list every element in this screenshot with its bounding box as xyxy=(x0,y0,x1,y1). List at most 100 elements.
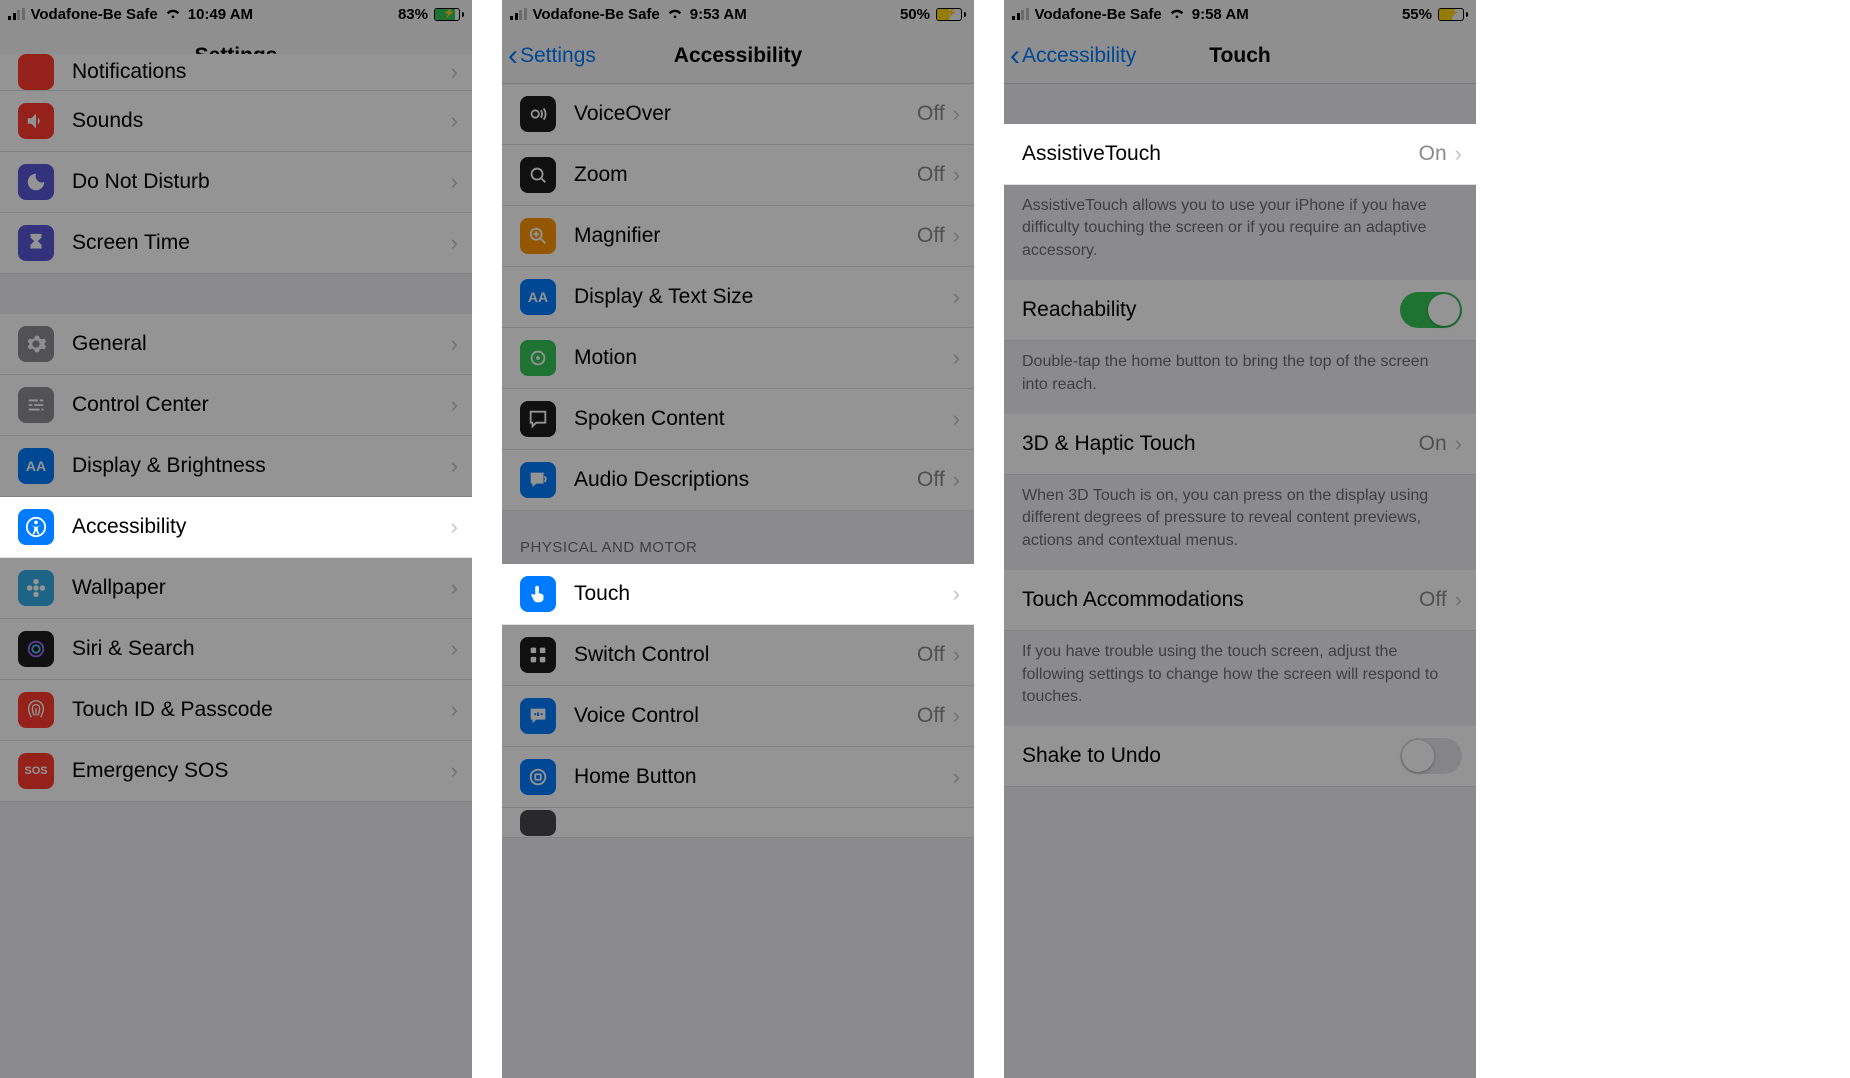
row-label: Voice Control xyxy=(574,704,917,728)
time-label: 9:58 AM xyxy=(1192,6,1249,23)
accessibility-icon xyxy=(18,509,54,545)
row-label: Touch ID & Passcode xyxy=(72,698,451,722)
touch-row-assistivetouch[interactable]: AssistiveTouch On › xyxy=(1004,124,1476,185)
settings-row-accessibility[interactable]: Accessibility › xyxy=(0,497,472,558)
chevron-right-icon: › xyxy=(451,575,458,601)
chevron-right-icon: › xyxy=(953,703,960,729)
row-label: General xyxy=(72,332,451,356)
battery-icon: ⚡ xyxy=(434,8,464,21)
wifi-icon xyxy=(1168,7,1186,21)
phone-touch: Vodafone-Be Safe 9:58 AM 55% ⚡ ‹ Accessi… xyxy=(1004,0,1476,1078)
row-label: Touch Accommodations xyxy=(1022,588,1419,612)
row-label: Control Center xyxy=(72,393,451,417)
settings-row-display[interactable]: AA Display & Brightness › xyxy=(0,436,472,497)
accessibility-row-partial[interactable] xyxy=(502,808,974,838)
row-label: Accessibility xyxy=(72,515,451,539)
motion-icon xyxy=(520,340,556,376)
gear-icon xyxy=(18,326,54,362)
row-label: 3D & Haptic Touch xyxy=(1022,432,1419,456)
battery-percent: 55% xyxy=(1402,6,1432,23)
bell-icon xyxy=(18,54,54,90)
section-gap xyxy=(1004,84,1476,124)
battery-icon: ⚡ xyxy=(1438,8,1468,21)
accessibility-row-magnifier[interactable]: Magnifier Off › xyxy=(502,206,974,267)
flower-icon xyxy=(18,570,54,606)
reachability-footer: Double-tap the home button to bring the … xyxy=(1004,341,1476,414)
back-button[interactable]: ‹ Settings xyxy=(508,28,596,83)
time-label: 10:49 AM xyxy=(188,6,253,23)
touch-row-3dhaptic[interactable]: 3D & Haptic Touch On › xyxy=(1004,414,1476,475)
accessibility-row-displaytext[interactable]: AA Display & Text Size › xyxy=(502,267,974,328)
chevron-right-icon: › xyxy=(451,636,458,662)
3dhaptic-footer: When 3D Touch is on, you can press on th… xyxy=(1004,475,1476,570)
wifi-icon xyxy=(666,7,684,21)
chevron-right-icon: › xyxy=(451,758,458,784)
accessibility-row-homebutton[interactable]: Home Button › xyxy=(502,747,974,808)
row-label: Siri & Search xyxy=(72,637,451,661)
siri-icon xyxy=(18,631,54,667)
back-button[interactable]: ‹ Accessibility xyxy=(1010,28,1136,83)
voiceover-icon xyxy=(520,96,556,132)
settings-row-controlcenter[interactable]: Control Center › xyxy=(0,375,472,436)
text-size-icon: AA xyxy=(520,279,556,315)
accessibility-row-spoken[interactable]: Spoken Content › xyxy=(502,389,974,450)
accessibility-row-audiodesc[interactable]: Audio Descriptions Off › xyxy=(502,450,974,511)
row-value: Off xyxy=(1419,588,1447,612)
row-label: Emergency SOS xyxy=(72,759,451,783)
row-label: Spoken Content xyxy=(574,407,953,431)
zoom-icon xyxy=(520,157,556,193)
phone-settings: Vodafone-Be Safe 10:49 AM 83% ⚡ Settings… xyxy=(0,0,472,1078)
touch-row-shake[interactable]: Shake to Undo xyxy=(1004,726,1476,787)
chevron-right-icon: › xyxy=(451,230,458,256)
status-bar: Vodafone-Be Safe 9:58 AM 55% ⚡ xyxy=(1004,0,1476,28)
settings-row-sounds[interactable]: Sounds › xyxy=(0,91,472,152)
row-label: Do Not Disturb xyxy=(72,170,451,194)
chevron-right-icon: › xyxy=(451,331,458,357)
chevron-right-icon: › xyxy=(953,764,960,790)
fingerprint-icon xyxy=(18,692,54,728)
hand-tap-icon xyxy=(520,576,556,612)
chevron-right-icon: › xyxy=(451,453,458,479)
chevron-right-icon: › xyxy=(953,642,960,668)
settings-row-notifications[interactable]: Notifications › xyxy=(0,54,472,91)
settings-row-wallpaper[interactable]: Wallpaper › xyxy=(0,558,472,619)
status-bar: Vodafone-Be Safe 10:49 AM 83% ⚡ xyxy=(0,0,472,28)
chevron-right-icon: › xyxy=(451,392,458,418)
settings-row-siri[interactable]: Siri & Search › xyxy=(0,619,472,680)
wifi-icon xyxy=(164,7,182,21)
shake-toggle[interactable] xyxy=(1400,738,1462,774)
settings-row-touchid[interactable]: Touch ID & Passcode › xyxy=(0,680,472,741)
chevron-left-icon: ‹ xyxy=(1010,41,1020,71)
row-value: Off xyxy=(917,163,945,187)
row-label: Display & Brightness xyxy=(72,454,451,478)
row-value: On xyxy=(1419,432,1447,456)
row-value: Off xyxy=(917,102,945,126)
chevron-right-icon: › xyxy=(953,223,960,249)
accessibility-row-voiceover[interactable]: VoiceOver Off › xyxy=(502,84,974,145)
row-label: Motion xyxy=(574,346,953,370)
row-label: VoiceOver xyxy=(574,102,917,126)
accessibility-row-switchcontrol[interactable]: Switch Control Off › xyxy=(502,625,974,686)
chevron-right-icon: › xyxy=(953,162,960,188)
nav-bar: ‹ Settings Accessibility xyxy=(502,28,974,84)
reachability-toggle[interactable] xyxy=(1400,292,1462,328)
accessibility-row-voicecontrol[interactable]: Voice Control Off › xyxy=(502,686,974,747)
row-value: Off xyxy=(917,224,945,248)
accessibility-row-motion[interactable]: Motion › xyxy=(502,328,974,389)
settings-row-screentime[interactable]: Screen Time › xyxy=(0,213,472,274)
settings-row-general[interactable]: General › xyxy=(0,314,472,375)
accessibility-row-zoom[interactable]: Zoom Off › xyxy=(502,145,974,206)
settings-row-sos[interactable]: SOS Emergency SOS › xyxy=(0,741,472,802)
chevron-right-icon: › xyxy=(1455,431,1462,457)
row-label: Wallpaper xyxy=(72,576,451,600)
signal-icon xyxy=(1012,8,1029,20)
chevron-right-icon: › xyxy=(451,697,458,723)
section-gap xyxy=(0,274,472,314)
accessibility-row-touch[interactable]: Touch › xyxy=(502,564,974,625)
settings-row-dnd[interactable]: Do Not Disturb › xyxy=(0,152,472,213)
signal-icon xyxy=(8,8,25,20)
touch-row-accommodations[interactable]: Touch Accommodations Off › xyxy=(1004,570,1476,631)
row-label: Audio Descriptions xyxy=(574,468,917,492)
touch-row-reachability[interactable]: Reachability xyxy=(1004,280,1476,341)
nav-bar: ‹ Accessibility Touch xyxy=(1004,28,1476,84)
